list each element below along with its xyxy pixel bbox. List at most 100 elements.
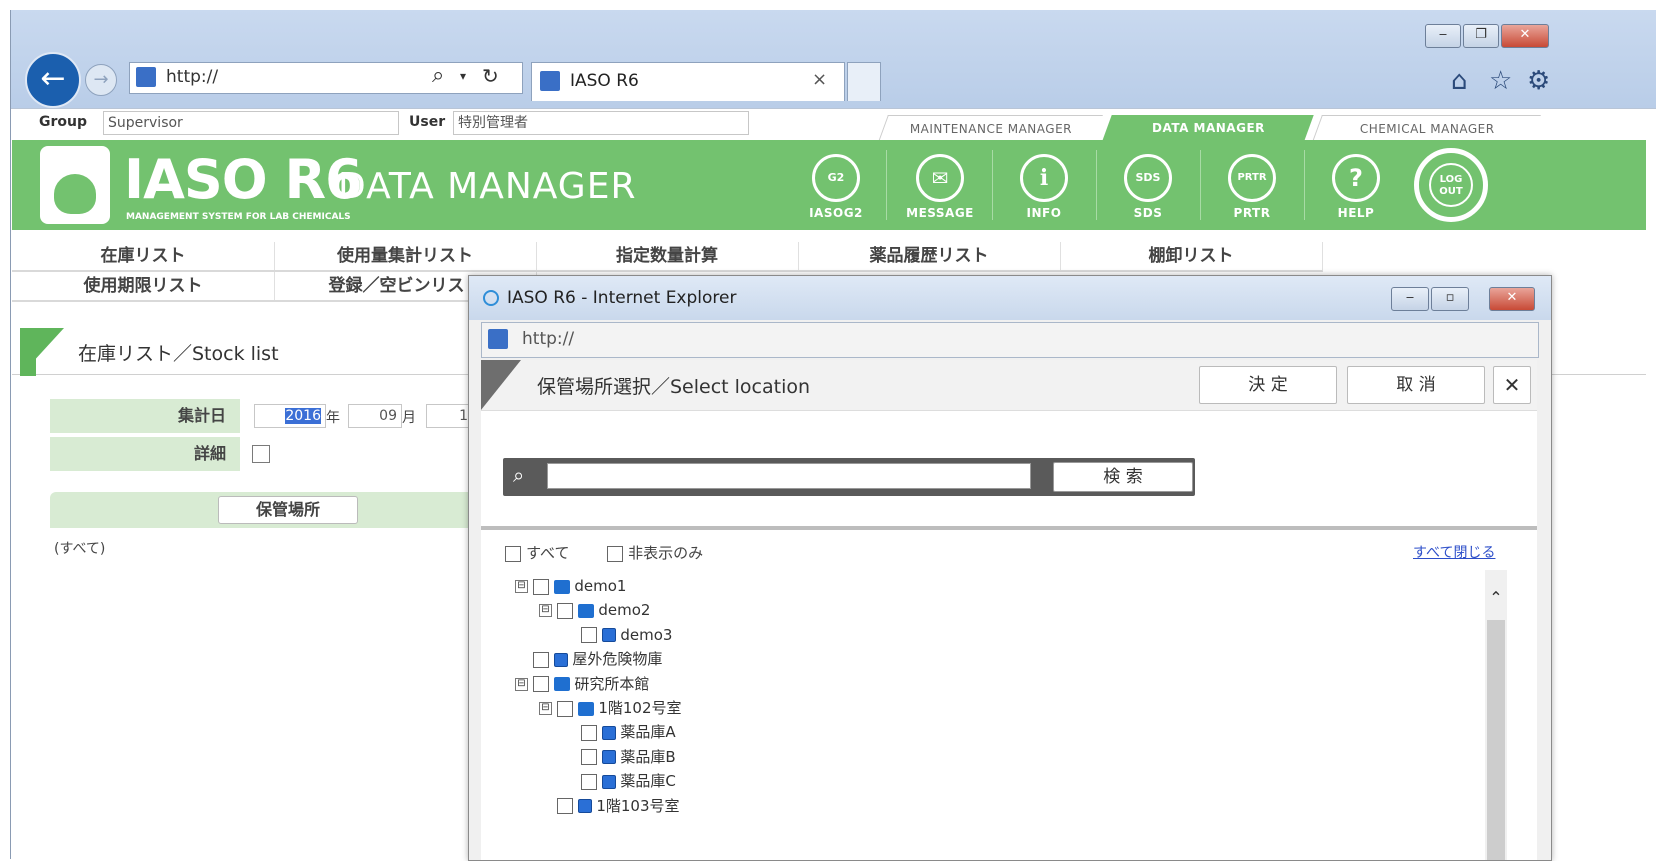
menu-row-1: 在庫リスト 使用量集計リスト 指定数量計算 薬品履歴リスト 棚卸リスト	[12, 242, 1646, 272]
filter-all[interactable]: すべて	[505, 542, 569, 563]
tree-node[interactable]: ⊟ 1階102号室	[539, 696, 682, 720]
scroll-up-arrow-icon[interactable]: ⌃	[1485, 588, 1507, 607]
back-button[interactable]: ←	[25, 52, 81, 108]
address-bar[interactable]: http:// ⌕ ▾ ↻	[129, 62, 523, 94]
menu-chemical-history[interactable]: 薬品履歴リスト	[798, 242, 1061, 272]
menu-designated-quantity[interactable]: 指定数量計算	[536, 242, 799, 272]
tab-title: IASO R6	[570, 71, 639, 91]
detail-checkbox[interactable]	[252, 445, 270, 463]
tree-checkbox[interactable]	[532, 676, 549, 693]
close-window-button[interactable]: ✕	[1501, 24, 1549, 48]
collapse-all-link[interactable]: すべて閉じる	[1413, 542, 1495, 562]
menu-stock-list[interactable]: 在庫リスト	[12, 242, 275, 272]
search-input[interactable]	[547, 463, 1031, 489]
tree-expand-icon[interactable]: ⊟	[539, 604, 552, 618]
storage-location-icon	[577, 799, 592, 814]
location-button[interactable]: 保管場所	[218, 496, 358, 524]
search-icon[interactable]: ⌕	[432, 63, 444, 88]
tree-node[interactable]: 屋外危険物庫	[515, 647, 662, 671]
tree-node[interactable]: 1階103号室	[539, 794, 680, 818]
tree-checkbox[interactable]	[556, 602, 573, 619]
tree-node[interactable]: ⊟ demo2	[539, 598, 650, 622]
tree-node[interactable]: demo3	[563, 623, 672, 647]
tree-scrollbar[interactable]: ⌃	[1485, 570, 1507, 860]
search-button[interactable]: 検 索	[1053, 462, 1193, 492]
sds-label: SDS	[1133, 206, 1163, 220]
tree-node-label: 薬品庫B	[620, 747, 676, 766]
tree-checkbox[interactable]	[580, 724, 597, 741]
page-favicon-icon	[136, 67, 156, 87]
header-divider	[1304, 150, 1305, 220]
minimize-button[interactable]: ‒	[1425, 24, 1461, 48]
tree-expand-icon[interactable]: ⊟	[515, 677, 528, 691]
tree-node[interactable]: 薬品庫C	[563, 769, 676, 793]
filter-all-checkbox[interactable]	[505, 545, 521, 562]
dialog-close-button[interactable]: ✕	[1493, 366, 1531, 404]
help-button[interactable]: ? HELP	[1318, 154, 1394, 234]
popup-window: IASO R6 - Internet Explorer ‒ ▫ ✕ http:/…	[468, 275, 1552, 861]
tab-maintenance-manager[interactable]: MAINTENANCE MANAGER	[878, 115, 1103, 142]
popup-favicon-icon	[488, 329, 508, 349]
tree-checkbox[interactable]	[580, 749, 597, 766]
user-info-row: Group Supervisor User 特別管理者 MAINTENANCE …	[11, 108, 1656, 142]
home-icon[interactable]: ⌂	[1451, 66, 1468, 96]
cancel-button[interactable]: 取 消	[1347, 366, 1485, 404]
location-panel-header: 保管場所	[50, 492, 480, 528]
iasog2-button[interactable]: G2 IASOG2	[798, 154, 874, 234]
filter-hidden[interactable]: 非表示のみ	[607, 542, 703, 563]
popup-window-title: IASO R6 - Internet Explorer	[507, 288, 737, 308]
tree-node[interactable]: 薬品庫A	[563, 720, 676, 744]
header-divider	[886, 150, 887, 220]
message-button[interactable]: ✉ MESSAGE	[902, 154, 978, 234]
refresh-icon[interactable]: ↻	[482, 64, 499, 88]
tree-expand-icon[interactable]: ⊟	[539, 702, 552, 715]
dropdown-icon[interactable]: ▾	[460, 69, 466, 83]
dialog-marker-icon	[481, 360, 521, 410]
logo-main-text: IASO R6	[124, 148, 363, 211]
restore-button[interactable]: ❐	[1463, 24, 1499, 48]
menu-inventory-list[interactable]: 棚卸リスト	[1060, 242, 1323, 272]
popup-address-bar[interactable]: http://	[481, 322, 1539, 358]
filter-hidden-checkbox[interactable]	[607, 545, 623, 562]
tree-checkbox[interactable]	[556, 798, 573, 815]
popup-close-window-button[interactable]: ✕	[1489, 287, 1535, 311]
browser-tab[interactable]: IASO R6 ×	[531, 62, 845, 101]
logout-button[interactable]: LOG OUT	[1414, 148, 1488, 222]
favorites-star-icon[interactable]: ☆	[1489, 66, 1512, 96]
confirm-button[interactable]: 決 定	[1199, 366, 1337, 404]
menu-usage-summary[interactable]: 使用量集計リスト	[274, 242, 537, 272]
forward-button[interactable]: →	[85, 64, 117, 96]
popup-minimize-button[interactable]: ‒	[1391, 287, 1429, 311]
prtr-icon: PRTR	[1228, 154, 1276, 202]
month-field[interactable]: 09	[348, 404, 402, 428]
tree-checkbox[interactable]	[556, 700, 573, 717]
popup-maximize-button[interactable]: ▫	[1431, 287, 1469, 311]
scroll-thumb[interactable]	[1487, 620, 1505, 860]
year-field[interactable]: 2016	[254, 404, 326, 428]
tree-expand-icon[interactable]: ⊟	[515, 580, 528, 593]
iasog2-icon: G2	[812, 154, 860, 202]
tab-chemical-label: CHEMICAL MANAGER	[1359, 122, 1495, 136]
tree-checkbox[interactable]	[580, 627, 597, 644]
tab-chemical-manager[interactable]: CHEMICAL MANAGER	[1312, 115, 1541, 142]
tab-close-icon[interactable]: ×	[812, 69, 827, 90]
tree-checkbox[interactable]	[532, 578, 549, 595]
menu-expiry-list[interactable]: 使用期限リスト	[12, 272, 275, 302]
tree-checkbox[interactable]	[532, 651, 549, 668]
search-bar: ⌕ 検 索	[503, 458, 1195, 496]
sds-button[interactable]: SDS SDS	[1110, 154, 1186, 234]
prtr-button[interactable]: PRTR PRTR	[1214, 154, 1290, 234]
popup-address-text: http://	[522, 329, 575, 349]
settings-gear-icon[interactable]: ⚙	[1527, 66, 1550, 96]
app-header: IASO R6 DATA MANAGER MANAGEMENT SYSTEM F…	[12, 140, 1646, 230]
user-field: 特別管理者	[453, 111, 749, 135]
info-button[interactable]: i INFO	[1006, 154, 1082, 234]
tree-node-label: demo1	[574, 577, 627, 595]
tab-data-manager[interactable]: DATA MANAGER	[1102, 115, 1314, 141]
tree-node[interactable]: ⊟ 研究所本館	[515, 672, 649, 696]
tree-node[interactable]: ⊟ demo1	[515, 574, 626, 598]
group-field: Supervisor	[103, 111, 399, 135]
tree-node[interactable]: 薬品庫B	[563, 745, 676, 769]
new-tab-button[interactable]	[847, 62, 881, 101]
tree-checkbox[interactable]	[580, 773, 597, 790]
